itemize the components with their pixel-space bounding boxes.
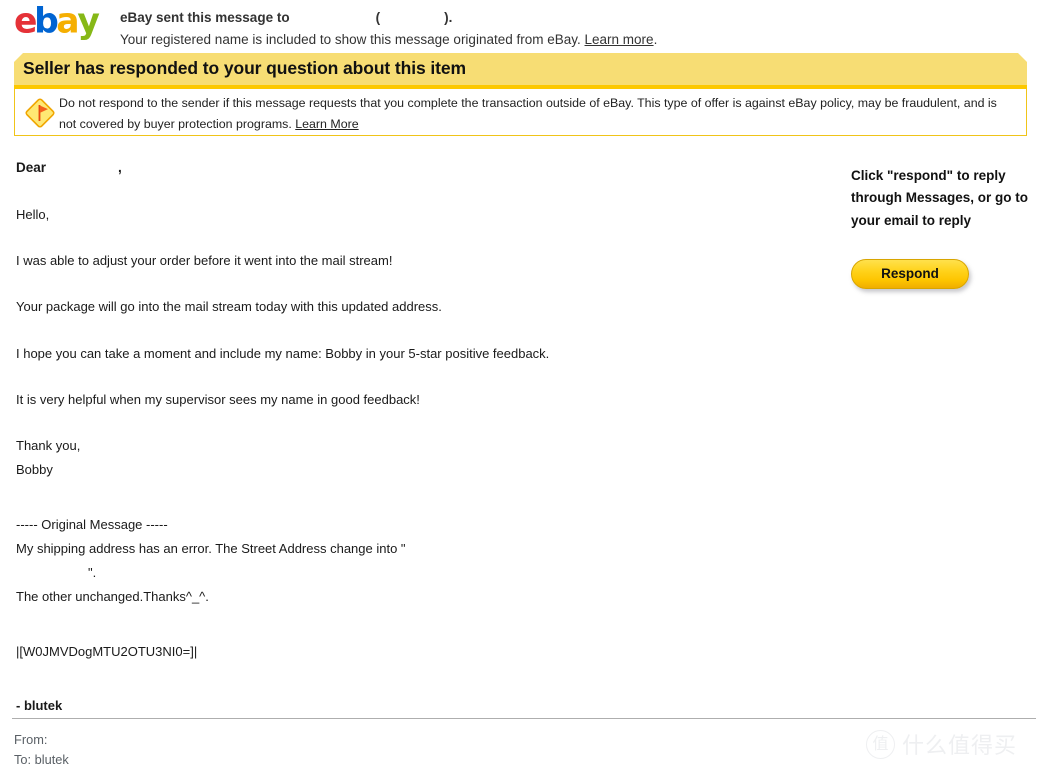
original-message-line3: The other unchanged.Thanks^_^. — [16, 589, 209, 605]
salutation-label: Dear — [16, 160, 47, 175]
registered-name-text: Your registered name is included to show… — [120, 31, 581, 47]
respond-instructions-line1: Click "respond" to reply — [851, 168, 1006, 183]
fraud-warning-text: Do not respond to the sender if this mes… — [59, 93, 1014, 136]
fraud-warning-body: Do not respond to the sender if this mes… — [59, 96, 997, 132]
registered-name-note: Your registered name is included to show… — [120, 30, 657, 50]
respond-button-wrap: Respond — [851, 258, 1041, 289]
open-paren: ( — [375, 10, 381, 25]
body-line-supervisor: It is very helpful when my supervisor se… — [16, 391, 420, 407]
original-address-suffix: ". — [88, 565, 97, 581]
sent-to-line: eBay sent this message to (). — [120, 8, 657, 28]
message-body: Dear, Hello, I was able to adjust your o… — [16, 160, 816, 714]
salutation-line: Dear, — [16, 160, 816, 177]
footer-to-line: To: blutek — [14, 750, 107, 770]
respond-instructions-line3: your email to reply — [851, 212, 972, 228]
footer-divider — [12, 718, 1036, 719]
flag-diamond-warning-icon — [25, 98, 55, 128]
respond-instructions-line2: through Messages, or go to — [851, 190, 1029, 206]
site-watermark: 值 什么值得买 — [866, 728, 1017, 760]
body-line-mail-stream: Your package will go into the mail strea… — [16, 299, 442, 315]
footer-from-label: From: — [14, 732, 48, 747]
banner-corner-left — [14, 53, 23, 62]
email-header: e b a y eBay sent this message to (). You… — [0, 0, 1048, 52]
respond-button[interactable]: Respond — [851, 258, 969, 289]
closing-name: Bobby — [16, 462, 53, 478]
original-message-divider: ----- Original Message ----- — [16, 516, 168, 532]
svg-text:b: b — [34, 3, 59, 42]
watermark-text: 什么值得买 — [902, 734, 1018, 759]
body-line-hello: Hello, — [16, 206, 50, 222]
fraud-warning-box: Do not respond to the sender if this mes… — [14, 89, 1027, 136]
alert-banner: Seller has responded to your question ab… — [14, 53, 1027, 85]
body-line-feedback-request: I hope you can take a moment and include… — [16, 345, 550, 361]
footer-from-line: From: — [14, 730, 107, 750]
learn-more-link-header[interactable]: Learn more — [585, 32, 654, 47]
header-text-block: eBay sent this message to (). Your regist… — [120, 8, 657, 49]
footer-to-value: blutek — [34, 751, 69, 767]
email-footer: From: To: blutek — [14, 730, 107, 770]
learn-more-link-warning[interactable]: Learn More — [295, 117, 358, 131]
footer-to-label: To: — [14, 751, 32, 767]
sent-to-prefix: eBay sent this message to — [120, 10, 290, 25]
original-message-line2: ". — [16, 565, 816, 581]
respond-panel: Click "respond" to reply through Message… — [851, 165, 1041, 289]
original-message-line1: My shipping address has an error. The St… — [16, 540, 406, 556]
banner-title: Seller has responded to your question ab… — [23, 58, 466, 78]
closing-thanks: Thank you, — [16, 438, 81, 454]
body-line-adjust-order: I was able to adjust your order before i… — [16, 253, 393, 269]
salutation-comma: , — [118, 160, 122, 175]
respond-instructions: Click "respond" to reply through Message… — [851, 165, 1041, 232]
ebay-logo: e b a y — [14, 3, 100, 42]
svg-text:y: y — [77, 3, 100, 42]
watermark-mark: 值 — [866, 729, 895, 759]
header-period: . — [653, 31, 658, 47]
message-token: |[W0JMVDogMTU2OTU3NI0=]| — [16, 643, 198, 659]
sender-signature: - blutek — [16, 697, 63, 713]
close-paren: ). — [444, 10, 453, 25]
banner-corner-right — [1018, 53, 1027, 62]
svg-text:a: a — [56, 3, 79, 42]
